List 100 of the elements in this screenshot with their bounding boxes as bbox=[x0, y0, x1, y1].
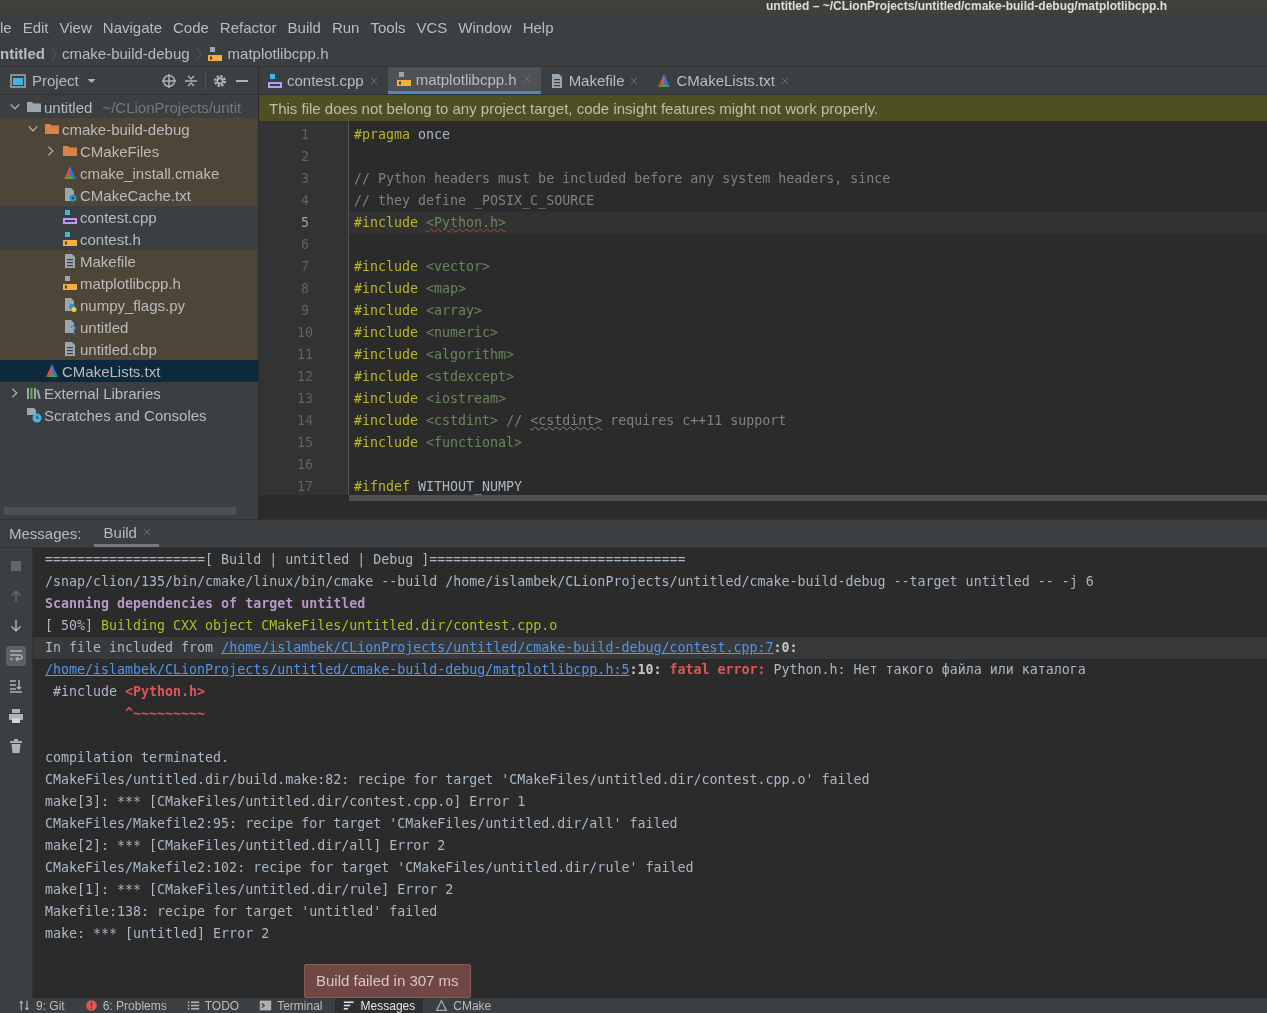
code-text: make[1]: *** [CMakeFiles/untitled.dir/rule] Error 2 bbox=[45, 882, 454, 898]
tool-window-button[interactable]: 6: Problems bbox=[76, 998, 175, 1013]
tree-item[interactable]: External Libraries bbox=[0, 382, 258, 405]
tree-item[interactable]: contest.h bbox=[0, 228, 258, 251]
code-text: CMakeFiles/untitled.dir/build.make:82: recipe for target 'CMakeFiles/untitled.dir/contest.cpp.o' failed bbox=[45, 772, 870, 788]
tree-item[interactable]: CMakeLists.txt bbox=[0, 360, 258, 383]
settings-icon[interactable] bbox=[212, 72, 228, 89]
tab-label: Makefile bbox=[568, 72, 625, 90]
editor-tab[interactable]: matplotlibcpp.h bbox=[387, 67, 541, 95]
scrollbar[interactable] bbox=[349, 495, 1267, 502]
menu-item[interactable]: View bbox=[53, 18, 97, 36]
tree-item[interactable]: CMakeFiles bbox=[0, 140, 258, 163]
document-icon bbox=[62, 253, 78, 270]
code-text: requires c++11 support bbox=[609, 413, 787, 429]
file-link[interactable]: /home/islambek/CLionProjects/untitled/cmake-build-debug/contest.cpp:7 bbox=[221, 640, 774, 656]
file-name: cmake-build-debug bbox=[62, 120, 190, 138]
menu-item[interactable]: Run bbox=[325, 18, 365, 36]
file-name: numpy_flags.py bbox=[80, 296, 186, 314]
tree-item[interactable]: untitled bbox=[0, 316, 258, 339]
code-text: once bbox=[417, 127, 451, 143]
tool-window-label: TODO bbox=[204, 998, 240, 1013]
editor-tab[interactable]: Makefile bbox=[540, 67, 649, 95]
triangle-icon bbox=[435, 999, 449, 1013]
branch-icon bbox=[18, 999, 31, 1013]
editor-tab[interactable]: CMakeLists.txt bbox=[648, 67, 799, 95]
code-text: #include bbox=[354, 281, 420, 297]
code-text: WITHOUT_NUMPY bbox=[417, 479, 523, 495]
menu-item[interactable]: Code bbox=[167, 18, 214, 36]
menu-item[interactable]: Edit bbox=[16, 18, 54, 36]
tool-window-button[interactable]: 9: Git bbox=[10, 998, 73, 1013]
tree-item[interactable]: Scratches and Consoles bbox=[0, 404, 258, 427]
header-file-icon bbox=[62, 231, 78, 248]
menu-item[interactable]: Refactor bbox=[213, 18, 282, 36]
code-text: <Python.h> bbox=[125, 684, 206, 700]
menu-item[interactable]: Navigate bbox=[96, 18, 167, 36]
code-text: <stdexcept> bbox=[426, 369, 515, 385]
tree-item[interactable]: numpy_flags.py bbox=[0, 294, 258, 317]
code-text: :0: bbox=[773, 640, 798, 656]
tree-item[interactable]: CMakeCache.txt bbox=[0, 184, 258, 207]
tool-window-button[interactable]: Terminal bbox=[251, 998, 331, 1013]
source-file-icon bbox=[62, 209, 78, 226]
tool-window-button[interactable]: TODO bbox=[178, 998, 248, 1013]
library-icon bbox=[26, 385, 42, 402]
menu-item[interactable]: Window bbox=[452, 18, 517, 36]
tree-item[interactable]: Makefile bbox=[0, 250, 258, 273]
notification-balloon: Build failed in 307 ms bbox=[304, 964, 471, 999]
tree-item[interactable]: cmake_install.cmake bbox=[0, 162, 258, 185]
code-text: #include bbox=[354, 259, 420, 275]
tree-item[interactable]: matplotlibcpp.h bbox=[0, 272, 258, 295]
menu-item[interactable]: Help bbox=[516, 18, 559, 36]
code-text: #include bbox=[354, 215, 420, 231]
code-text: <cstdint> bbox=[530, 413, 603, 429]
file-link[interactable]: /home/islambek/CLionProjects/untitled/cmake-build-debug/matplotlibcpp.h:5 bbox=[45, 662, 630, 678]
menu-item[interactable]: le bbox=[0, 18, 17, 36]
header-file-icon bbox=[395, 71, 412, 88]
tool-window-label: CMake bbox=[453, 998, 492, 1013]
header-file-icon bbox=[206, 45, 223, 62]
code-text: Python.h: Нет такого файла или каталога bbox=[772, 662, 1086, 678]
messages-icon bbox=[342, 999, 356, 1013]
window-icon bbox=[10, 72, 26, 89]
wrap-icon[interactable] bbox=[6, 646, 26, 667]
file-name: Makefile bbox=[80, 252, 136, 270]
code-text: In file included from bbox=[45, 640, 215, 656]
editor-tab[interactable]: contest.cpp bbox=[259, 67, 388, 95]
code-text: make[3]: *** [CMakeFiles/untitled.dir/contest.cpp.o] Error 1 bbox=[45, 794, 526, 810]
menu-item[interactable]: Tools bbox=[364, 18, 411, 36]
code-text: #include bbox=[354, 391, 420, 407]
code-text: #include bbox=[354, 413, 420, 429]
unknown-file-icon bbox=[62, 319, 78, 336]
breadcrumb[interactable]: cmake-build-debug bbox=[62, 45, 190, 63]
breadcrumb[interactable]: ntitled bbox=[0, 45, 45, 63]
header-file-icon bbox=[62, 275, 78, 292]
menu-item[interactable]: Build bbox=[281, 18, 326, 36]
code-text: #include bbox=[52, 684, 119, 700]
panel-title: Messages: bbox=[9, 525, 82, 543]
tool-window-label: Messages bbox=[360, 998, 416, 1013]
tool-window-button[interactable]: CMake bbox=[427, 998, 500, 1013]
document-icon bbox=[62, 341, 78, 358]
file-name: External Libraries bbox=[44, 384, 161, 402]
tree-item[interactable]: untitled.cbp bbox=[0, 338, 258, 361]
code-text: Building CXX object CMakeFiles/untitled.dir/contest.cpp.o bbox=[101, 618, 558, 634]
code-text: <array> bbox=[426, 303, 483, 319]
tree-item[interactable]: untitled ~/CLionProjects/untit bbox=[0, 96, 258, 119]
menu-item[interactable]: VCS bbox=[410, 18, 453, 36]
breadcrumb[interactable]: matplotlibcpp.h bbox=[227, 45, 329, 63]
chevron-icon bbox=[194, 45, 202, 62]
triangle-icon bbox=[656, 72, 673, 89]
code-text: Scanning dependencies of target untitled bbox=[45, 596, 366, 612]
panel-title[interactable]: Project bbox=[32, 72, 79, 90]
code-text: Makefile:138: recipe for target 'untitled' failed bbox=[45, 904, 438, 920]
file-name: CMakeFiles bbox=[80, 142, 160, 160]
tool-window-button[interactable]: Messages bbox=[334, 998, 424, 1013]
target-icon[interactable] bbox=[161, 72, 177, 89]
file-name: cmake_install.cmake bbox=[80, 164, 220, 182]
tree-item[interactable]: cmake-build-debug bbox=[0, 118, 258, 141]
code-text: <numeric> bbox=[426, 325, 499, 341]
tree-item[interactable]: contest.cpp bbox=[0, 206, 258, 229]
code-text: <Python.h> bbox=[426, 215, 507, 231]
file-name: contest.h bbox=[80, 230, 141, 248]
code-text: <functional> bbox=[426, 435, 523, 451]
